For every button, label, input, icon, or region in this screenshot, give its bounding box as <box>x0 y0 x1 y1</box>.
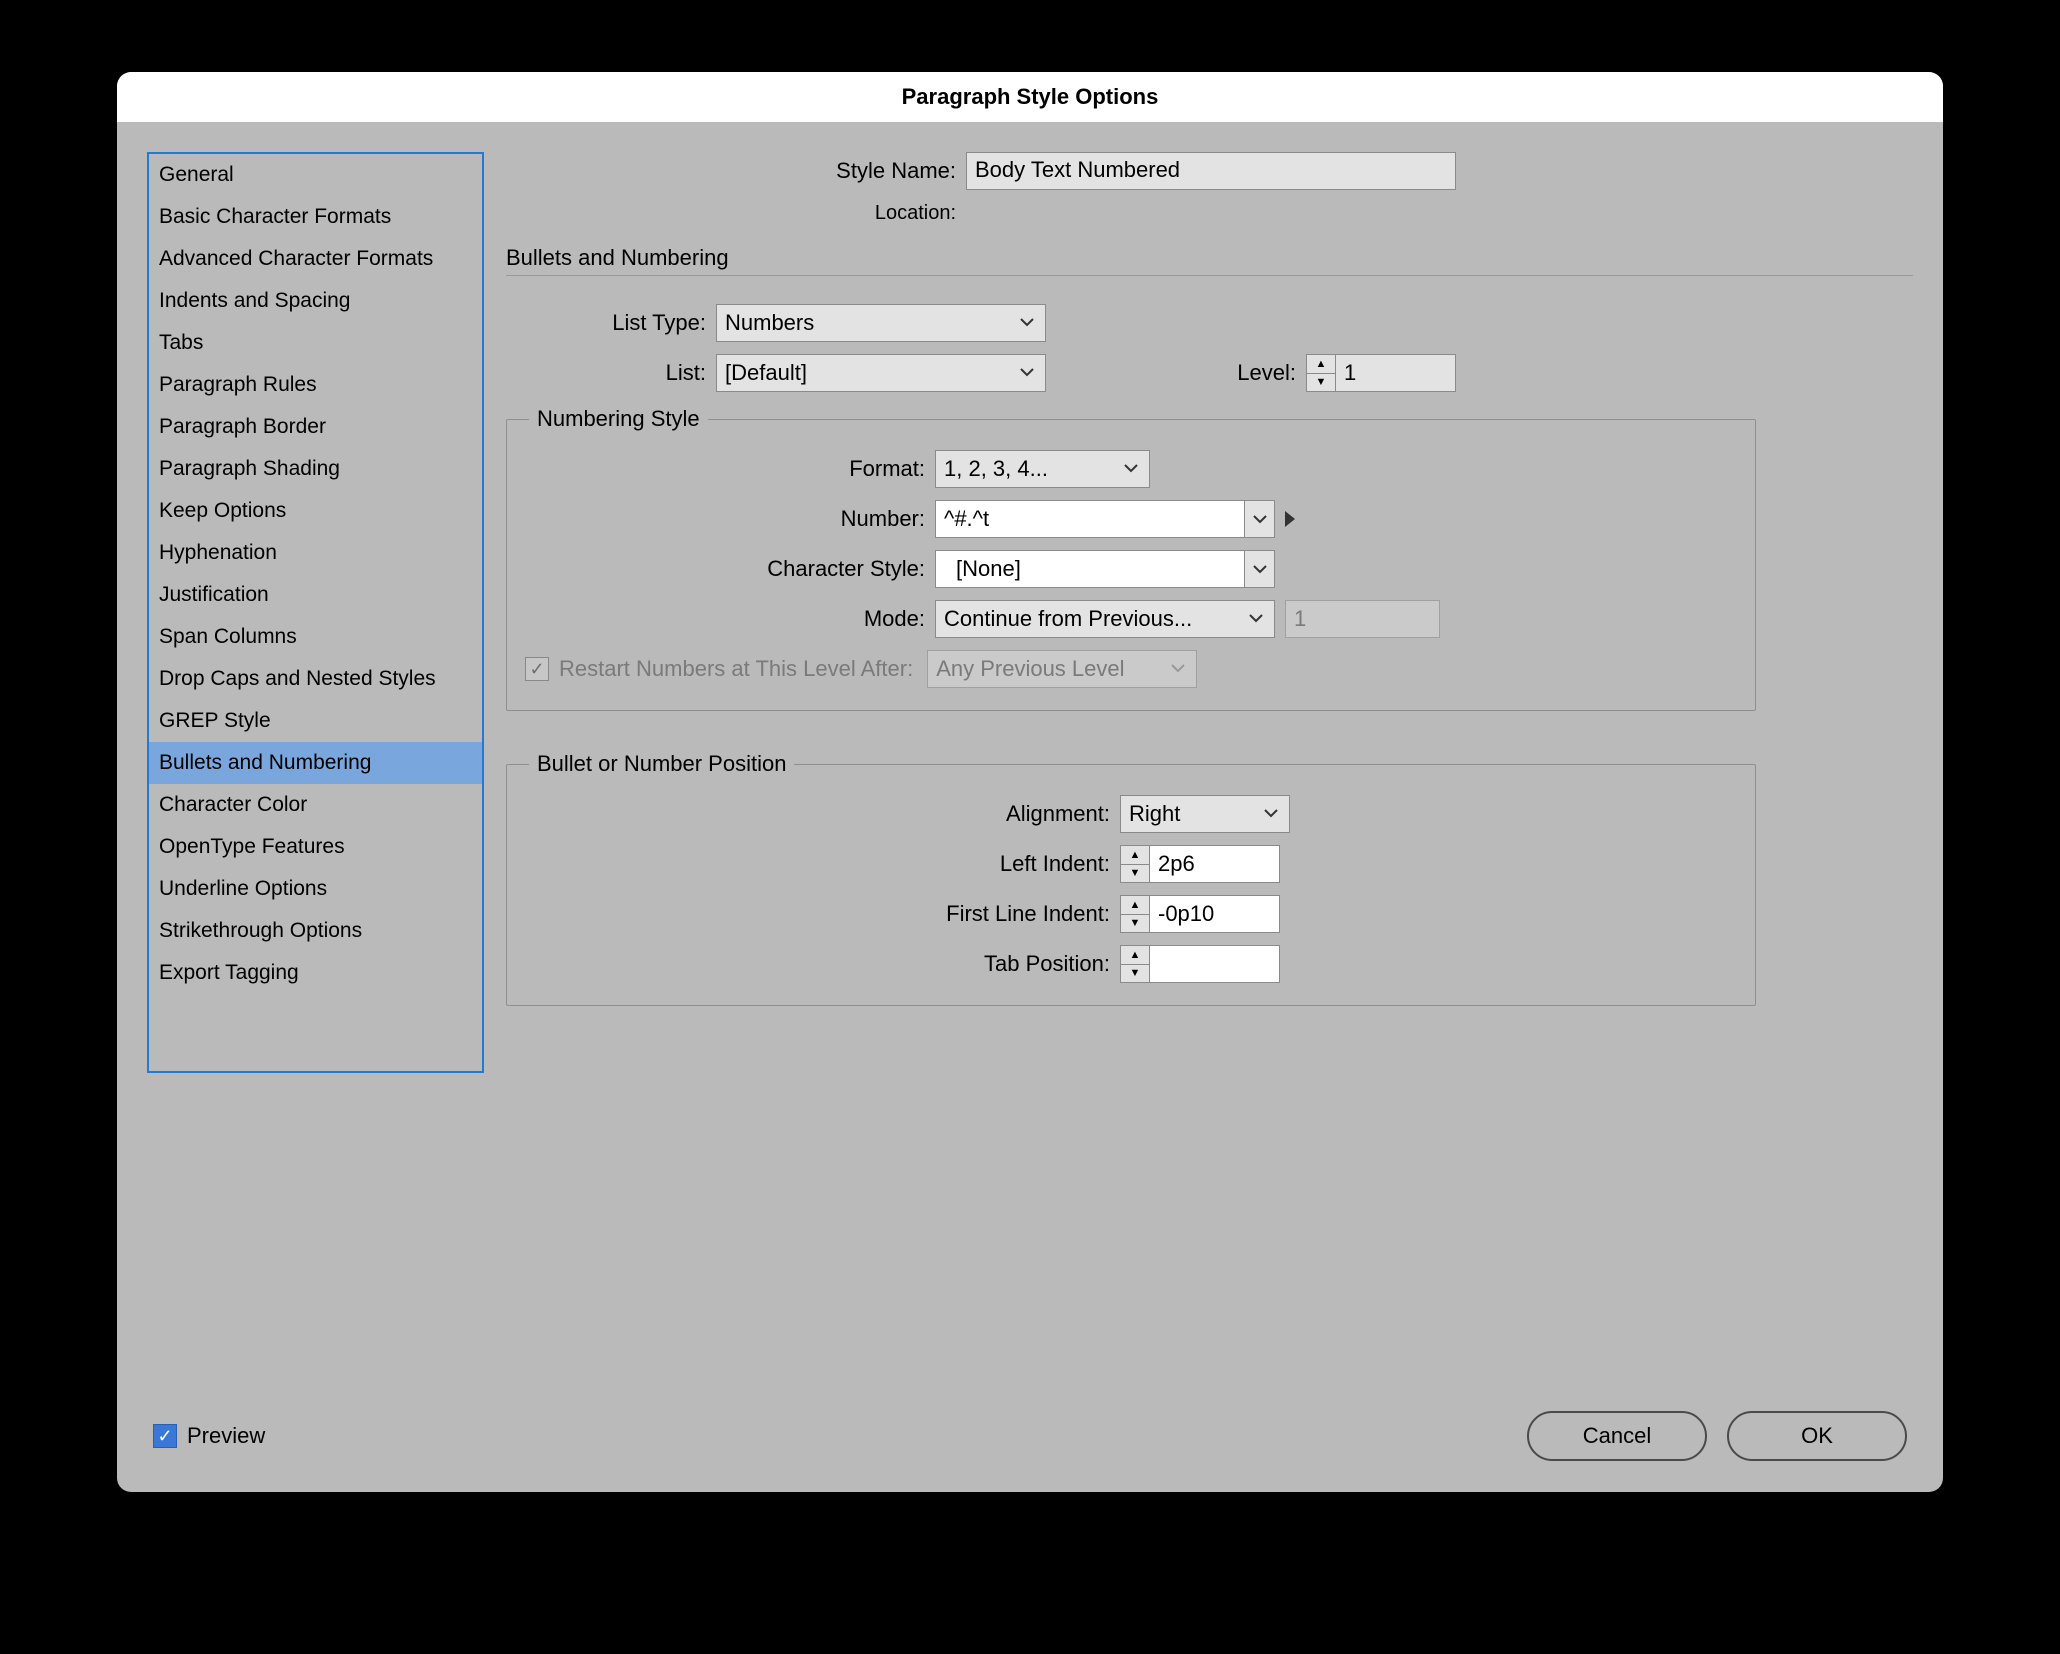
preview-checkbox[interactable]: ✓ <box>153 1424 177 1448</box>
tab-position-stepper[interactable]: ▲ ▼ <box>1120 945 1150 983</box>
restart-label: Restart Numbers at This Level After: <box>559 656 913 682</box>
numbering-style-group: Numbering Style Format: 1, 2, 3, 4... Nu… <box>506 406 1756 711</box>
level-label: Level: <box>1046 360 1306 386</box>
sidebar-item-paragraph-border[interactable]: Paragraph Border <box>149 406 482 448</box>
left-indent-label: Left Indent: <box>525 851 1120 877</box>
sidebar-item-justification[interactable]: Justification <box>149 574 482 616</box>
restart-level-value: Any Previous Level <box>936 656 1124 682</box>
charstyle-dropdown-button[interactable] <box>1245 550 1275 588</box>
chevron-down-icon <box>1246 606 1266 632</box>
chevron-down-icon <box>1017 310 1037 336</box>
chevron-down-icon[interactable]: ▼ <box>1307 374 1335 392</box>
sidebar-item-adv-char[interactable]: Advanced Character Formats <box>149 238 482 280</box>
style-name-input[interactable]: Body Text Numbered <box>966 152 1456 190</box>
left-indent-input[interactable]: 2p6 <box>1150 845 1280 883</box>
preview-label: Preview <box>187 1423 265 1449</box>
format-value: 1, 2, 3, 4... <box>944 456 1048 482</box>
style-name-label: Style Name: <box>506 158 966 184</box>
chevron-down-icon[interactable]: ▼ <box>1121 915 1149 933</box>
left-indent-stepper[interactable]: ▲ ▼ <box>1120 845 1150 883</box>
tab-position-label: Tab Position: <box>525 951 1120 977</box>
sidebar-item-bullets-numbering[interactable]: Bullets and Numbering <box>149 742 482 784</box>
position-legend: Bullet or Number Position <box>529 751 794 777</box>
sidebar-item-paragraph-rules[interactable]: Paragraph Rules <box>149 364 482 406</box>
list-type-label: List Type: <box>546 310 716 336</box>
chevron-down-icon <box>1121 456 1141 482</box>
sidebar-item-export-tagging[interactable]: Export Tagging <box>149 952 482 994</box>
sidebar-item-opentype[interactable]: OpenType Features <box>149 826 482 868</box>
chevron-down-icon[interactable]: ▼ <box>1121 865 1149 883</box>
section-underline <box>506 275 1913 276</box>
tab-position-input[interactable] <box>1150 945 1280 983</box>
list-label: List: <box>546 360 716 386</box>
cancel-button[interactable]: Cancel <box>1527 1411 1707 1461</box>
list-type-select[interactable]: Numbers <box>716 304 1046 342</box>
mode-value: Continue from Previous... <box>944 606 1192 632</box>
sidebar-item-keep-options[interactable]: Keep Options <box>149 490 482 532</box>
first-line-indent-input[interactable]: -0p10 <box>1150 895 1280 933</box>
first-line-indent-stepper[interactable]: ▲ ▼ <box>1120 895 1150 933</box>
alignment-select[interactable]: Right <box>1120 795 1290 833</box>
format-select[interactable]: 1, 2, 3, 4... <box>935 450 1150 488</box>
restart-level-select: Any Previous Level <box>927 650 1197 688</box>
sidebar-item-underline[interactable]: Underline Options <box>149 868 482 910</box>
sidebar-item-tabs[interactable]: Tabs <box>149 322 482 364</box>
chevron-up-icon[interactable]: ▲ <box>1121 946 1149 965</box>
sidebar-item-indents[interactable]: Indents and Spacing <box>149 280 482 322</box>
chevron-down-icon <box>1261 801 1281 827</box>
mode-label: Mode: <box>525 606 935 632</box>
chevron-down-icon[interactable]: ▼ <box>1121 965 1149 983</box>
dialog-title: Paragraph Style Options <box>117 72 1943 122</box>
chevron-up-icon[interactable]: ▲ <box>1121 896 1149 915</box>
alignment-label: Alignment: <box>525 801 1120 827</box>
chevron-up-icon[interactable]: ▲ <box>1121 846 1149 865</box>
list-select[interactable]: [Default] <box>716 354 1046 392</box>
dialog-footer: ✓ Preview Cancel OK <box>117 1402 1943 1492</box>
sidebar-item-drop-caps[interactable]: Drop Caps and Nested Styles <box>149 658 482 700</box>
sidebar-item-span-columns[interactable]: Span Columns <box>149 616 482 658</box>
sidebar-item-hyphenation[interactable]: Hyphenation <box>149 532 482 574</box>
number-dropdown-button[interactable] <box>1245 500 1275 538</box>
main-panel: Style Name: Body Text Numbered Location:… <box>506 152 1913 1402</box>
mode-select[interactable]: Continue from Previous... <box>935 600 1275 638</box>
section-title: Bullets and Numbering <box>506 245 1913 271</box>
number-label: Number: <box>525 506 935 532</box>
sidebar-item-strikethrough[interactable]: Strikethrough Options <box>149 910 482 952</box>
level-input[interactable]: 1 <box>1336 354 1456 392</box>
list-type-value: Numbers <box>725 310 814 336</box>
sidebar-item-grep-style[interactable]: GREP Style <box>149 700 482 742</box>
charstyle-input[interactable]: [None] <box>935 550 1245 588</box>
ok-button[interactable]: OK <box>1727 1411 1907 1461</box>
numbering-style-legend: Numbering Style <box>529 406 708 432</box>
paragraph-style-options-dialog: Paragraph Style Options General Basic Ch… <box>117 72 1943 1492</box>
insert-special-icon[interactable] <box>1285 511 1295 527</box>
format-label: Format: <box>525 456 935 482</box>
mode-start-at-input: 1 <box>1285 600 1440 638</box>
location-label: Location: <box>506 202 966 225</box>
chevron-down-icon <box>1168 656 1188 682</box>
sidebar-item-character-color[interactable]: Character Color <box>149 784 482 826</box>
restart-checkbox: ✓ <box>525 657 549 681</box>
sidebar-item-basic-char[interactable]: Basic Character Formats <box>149 196 482 238</box>
alignment-value: Right <box>1129 801 1180 827</box>
charstyle-label: Character Style: <box>525 556 935 582</box>
first-line-indent-label: First Line Indent: <box>525 901 1120 927</box>
position-group: Bullet or Number Position Alignment: Rig… <box>506 751 1756 1006</box>
category-sidebar: General Basic Character Formats Advanced… <box>147 152 484 1073</box>
list-value: [Default] <box>725 360 807 386</box>
number-input[interactable]: ^#.^t <box>935 500 1245 538</box>
sidebar-item-paragraph-shading[interactable]: Paragraph Shading <box>149 448 482 490</box>
level-stepper[interactable]: ▲ ▼ <box>1306 354 1336 392</box>
sidebar-item-general[interactable]: General <box>149 154 482 196</box>
chevron-up-icon[interactable]: ▲ <box>1307 355 1335 374</box>
chevron-down-icon <box>1017 360 1037 386</box>
